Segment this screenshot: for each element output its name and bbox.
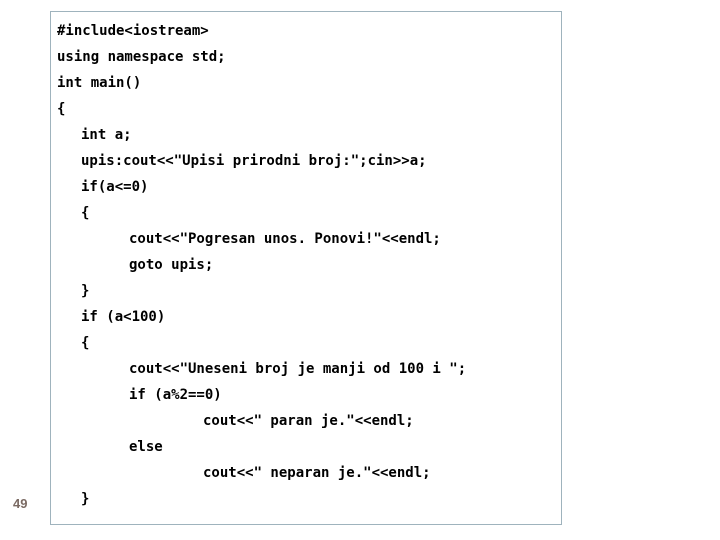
code-line: cout<<" paran je."<<endl; [203,413,414,429]
code-line: if (a<100) [81,309,166,325]
code-line: cout<<"Uneseni broj je manji od 100 i "; [129,361,467,377]
code-line: int main() [57,75,142,91]
code-line: } [81,283,90,299]
code-line: cout<<" neparan je."<<endl; [203,465,431,481]
code-line: upis:cout<<"Upisi prirodni broj:";cin>>a… [81,153,427,169]
code-line: goto upis; [129,257,214,273]
slide-number: 49 [13,496,28,511]
code-line: int a; [81,127,132,143]
slide-canvas: #include<iostream> using namespace std; in… [0,0,720,540]
code-line: { [81,335,90,351]
code-line: { [57,101,66,117]
code-block: #include<iostream> using namespace std; in… [50,11,562,525]
code-line: cout<<"Pogresan unos. Ponovi!"<<endl; [129,231,441,247]
code-line: { [81,205,90,221]
code-line: } [81,491,90,507]
code-line: if (a%2==0) [129,387,222,403]
code-line: using namespace std; [57,49,226,65]
code-lines-container: #include<iostream> using namespace std; in… [51,12,561,512]
code-line: else [129,439,163,455]
code-line: if(a<=0) [81,179,149,195]
code-line: #include<iostream> [57,23,209,39]
